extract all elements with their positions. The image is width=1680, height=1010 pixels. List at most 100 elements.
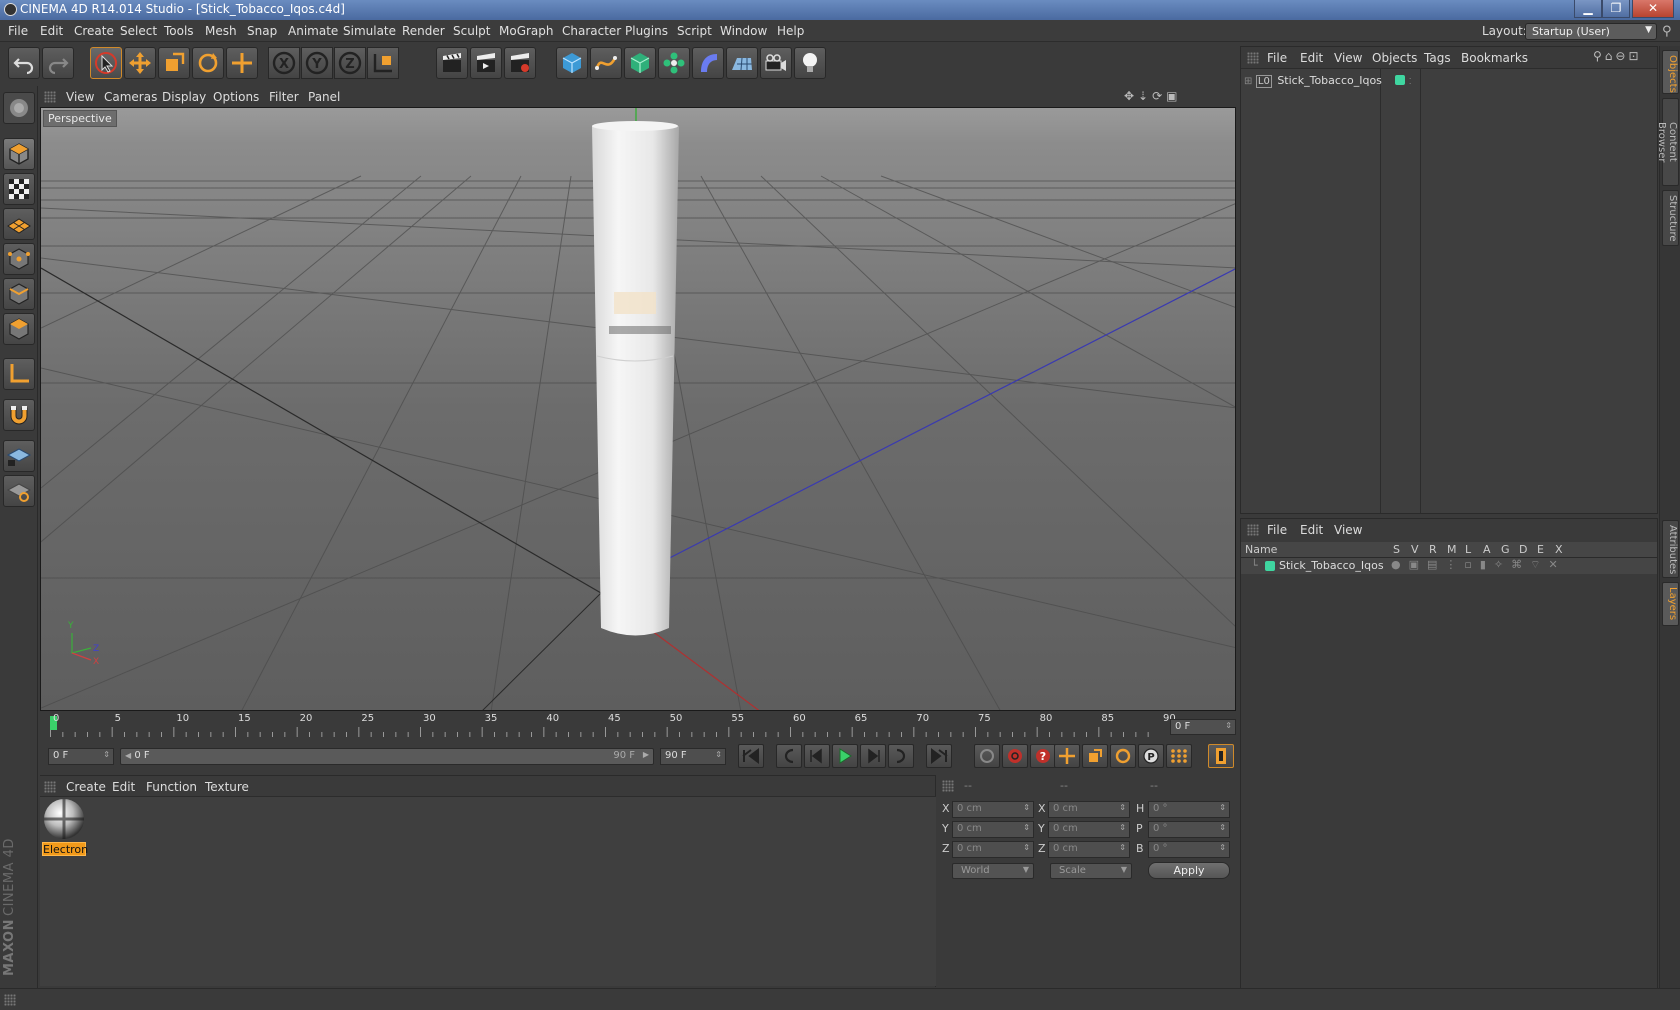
lock-workplane-button[interactable] xyxy=(3,440,35,472)
size-y-field[interactable]: 0 cm ⇕ xyxy=(1048,821,1130,838)
rotate-tool[interactable] xyxy=(192,47,224,79)
rotation-h-field[interactable]: 0 ° ⇕ xyxy=(1148,801,1230,818)
object-row[interactable]: ⊞ L0 Stick_Tobacco_Iqos ⁚ xyxy=(1244,74,1412,88)
col-animation[interactable]: A xyxy=(1483,543,1491,556)
render-picture-viewer-button[interactable] xyxy=(470,47,502,79)
layout-select[interactable]: Startup (User) ▼ xyxy=(1525,23,1657,40)
menu-mesh[interactable]: Mesh xyxy=(205,24,237,38)
viewport-camera-label[interactable]: Perspective xyxy=(43,110,117,127)
edges-mode-button[interactable] xyxy=(3,278,35,310)
col-solo[interactable]: S xyxy=(1393,543,1400,556)
viewport-menu-filter[interactable]: Filter xyxy=(269,90,299,104)
visibility-dots-icon[interactable]: ⁚ xyxy=(1409,77,1412,86)
col-render[interactable]: R xyxy=(1429,543,1437,556)
col-locked[interactable]: L xyxy=(1465,543,1471,556)
lm-menu-view[interactable]: View xyxy=(1334,523,1362,537)
position-x-field[interactable]: 0 cm ⇕ xyxy=(952,801,1034,818)
layer-color-swatch[interactable] xyxy=(1395,75,1406,85)
viewport-menu-cameras[interactable]: Cameras xyxy=(104,90,157,104)
om-menu-tags[interactable]: Tags xyxy=(1424,51,1451,65)
points-mode-button[interactable] xyxy=(3,243,35,275)
render-view-button[interactable] xyxy=(436,47,468,79)
coordinate-space-select[interactable]: World ▼ xyxy=(952,863,1034,879)
panel-grip-icon[interactable] xyxy=(1247,52,1259,64)
menu-plugins[interactable]: Plugins xyxy=(625,24,668,38)
y-axis-lock[interactable]: Y xyxy=(301,47,333,79)
panel-grip-icon[interactable] xyxy=(44,91,56,103)
viewport-menu-view[interactable]: View xyxy=(66,90,94,104)
transform-tool[interactable] xyxy=(226,47,258,79)
texture-mode-button[interactable] xyxy=(3,173,35,205)
menu-script[interactable]: Script xyxy=(677,24,712,38)
material-list[interactable] xyxy=(40,796,936,986)
perspective-viewport[interactable]: Y Z X Perspective xyxy=(40,107,1236,711)
om-menu-view[interactable]: View xyxy=(1334,51,1362,65)
go-to-end-button[interactable] xyxy=(926,744,952,768)
maximize-button[interactable]: ❐ xyxy=(1602,0,1630,18)
om-search-home-icons[interactable]: ⚲⌂⊖⊡ xyxy=(1593,49,1642,63)
start-frame-field[interactable]: 0 F ⇕ xyxy=(48,748,114,765)
viewport-navigation-icons[interactable]: ✥⇣⟳▣ xyxy=(1124,89,1182,103)
timeline-ruler[interactable]: 051015202530354045505560657075808590 xyxy=(50,713,1176,741)
z-axis-lock[interactable]: Z xyxy=(334,47,366,79)
menu-render[interactable]: Render xyxy=(402,24,445,38)
col-manager[interactable]: M xyxy=(1447,543,1457,556)
motion-path-button[interactable] xyxy=(974,744,1000,768)
add-array-button[interactable] xyxy=(658,47,690,79)
move-tool[interactable] xyxy=(124,47,156,79)
layer-row[interactable]: └ Stick_Tobacco_Iqos ●▣▤⋮▫▮✧⌘⌔✕ xyxy=(1241,558,1657,574)
workplane-mode-button[interactable] xyxy=(3,208,35,240)
col-xref[interactable]: X xyxy=(1555,543,1563,556)
previous-key-button[interactable] xyxy=(776,744,802,768)
key-pla-button[interactable] xyxy=(1166,744,1192,768)
polygons-mode-button[interactable] xyxy=(3,313,35,345)
layer-name[interactable]: Stick_Tobacco_Iqos xyxy=(1279,559,1384,572)
col-name[interactable]: Name xyxy=(1245,543,1277,556)
tab-objects[interactable]: Objects xyxy=(1662,50,1679,94)
add-camera-button[interactable] xyxy=(760,47,792,79)
add-light-button[interactable] xyxy=(794,47,826,79)
om-menu-bookmarks[interactable]: Bookmarks xyxy=(1461,51,1528,65)
end-frame-field[interactable]: 90 F ⇕ xyxy=(660,748,726,765)
menu-file[interactable]: File xyxy=(8,24,28,38)
col-generators[interactable]: G xyxy=(1501,543,1510,556)
menu-mograph[interactable]: MoGraph xyxy=(499,24,554,38)
add-scene-object-button[interactable] xyxy=(726,47,758,79)
previous-frame-button[interactable] xyxy=(804,744,830,768)
current-frame-field[interactable]: 0 F ⇕ xyxy=(1170,719,1236,735)
timeline-window-button[interactable] xyxy=(1208,744,1234,768)
panel-grip-icon[interactable] xyxy=(1247,524,1259,536)
layer-toggle-icons[interactable]: ●▣▤⋮▫▮✧⌘⌔✕ xyxy=(1391,558,1566,572)
go-to-start-button[interactable] xyxy=(738,744,764,768)
redo-button[interactable] xyxy=(42,47,74,79)
frame-range-slider[interactable]: ◀ 0 F 90 F ▶ xyxy=(120,748,654,765)
layer-color-swatch[interactable] xyxy=(1265,561,1275,571)
position-y-field[interactable]: 0 cm ⇕ xyxy=(952,821,1034,838)
material-name-label[interactable]: Electron xyxy=(42,842,88,856)
tab-structure[interactable]: Structure xyxy=(1662,190,1679,246)
tab-layers[interactable]: Layers xyxy=(1662,582,1679,626)
position-z-field[interactable]: 0 cm ⇕ xyxy=(952,841,1034,858)
panel-grip-icon[interactable] xyxy=(44,781,56,793)
om-menu-objects[interactable]: Objects xyxy=(1372,51,1417,65)
menu-snap[interactable]: Snap xyxy=(247,24,277,38)
add-cube-button[interactable] xyxy=(556,47,588,79)
scale-tool[interactable] xyxy=(158,47,190,79)
lm-menu-file[interactable]: File xyxy=(1267,523,1287,537)
col-view[interactable]: V xyxy=(1411,543,1419,556)
x-axis-lock[interactable]: X xyxy=(268,47,300,79)
key-parameter-button[interactable]: P xyxy=(1138,744,1164,768)
apply-button[interactable]: Apply xyxy=(1148,862,1230,879)
object-list[interactable] xyxy=(1241,68,1657,513)
menu-window[interactable]: Window xyxy=(720,24,767,38)
col-expressions[interactable]: E xyxy=(1537,543,1544,556)
viewport-menu-display[interactable]: Display xyxy=(162,90,206,104)
material-menu-function[interactable]: Function xyxy=(146,780,197,794)
planar-workplane-button[interactable] xyxy=(3,475,35,507)
menu-select[interactable]: Select xyxy=(120,24,157,38)
object-name[interactable]: Stick_Tobacco_Iqos xyxy=(1277,74,1382,87)
menu-help[interactable]: Help xyxy=(777,24,804,38)
add-deformer-button[interactable] xyxy=(692,47,724,79)
menu-edit[interactable]: Edit xyxy=(40,24,63,38)
rotation-p-field[interactable]: 0 ° ⇕ xyxy=(1148,821,1230,838)
